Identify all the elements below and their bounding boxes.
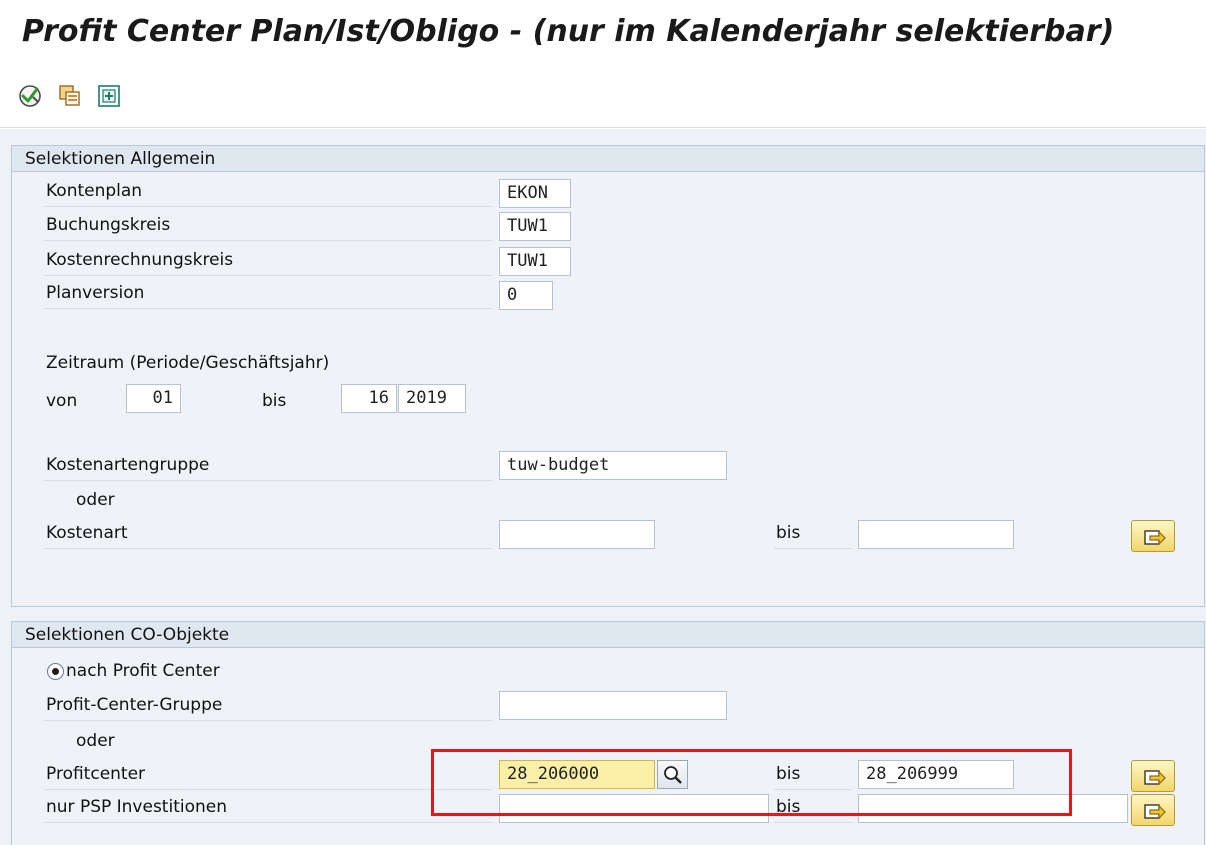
group-header: Selektionen CO-Objekte <box>12 622 1204 648</box>
multiple-selection-icon <box>1144 530 1166 546</box>
label-zeitraum: Zeitraum (Periode/Geschäftsjahr) <box>46 353 330 373</box>
multiple-selection-psp-button[interactable] <box>1131 794 1175 826</box>
group-header: Selektionen Allgemein <box>12 146 1204 172</box>
kostenart-from-input[interactable] <box>499 520 655 549</box>
kostenartengruppe-input[interactable]: tuw-budget <box>499 451 727 480</box>
label-kostenart: Kostenart <box>44 520 492 549</box>
label-profit-center-gruppe: Profit-Center-Gruppe <box>44 692 492 721</box>
label-nach-profit-center: nach Profit Center <box>66 661 220 681</box>
multiple-selection-profitcenter-button[interactable] <box>1131 760 1175 792</box>
window-title: Profit Center Plan/Ist/Obligo - (nur im … <box>22 14 1115 49</box>
period-to-input[interactable]: 16 <box>341 384 397 413</box>
label-bis-psp: bis <box>774 794 852 823</box>
label-buchungskreis: Buchungskreis <box>44 212 492 241</box>
planversion-input[interactable]: 0 <box>499 281 553 310</box>
label-bis-period: bis <box>262 391 287 411</box>
profit-center-gruppe-input[interactable] <box>499 691 727 720</box>
label-oder-kostenart: oder <box>76 490 115 510</box>
radio-nach-profit-center[interactable] <box>47 663 64 680</box>
label-kostenrechnungskreis: Kostenrechnungskreis <box>44 247 492 276</box>
value-help-button[interactable] <box>657 760 688 789</box>
label-von: von <box>46 391 78 411</box>
add-selection-icon[interactable] <box>97 82 121 108</box>
title-bar: Profit Center Plan/Ist/Obligo - (nur im … <box>0 0 1206 70</box>
label-kostenartengruppe: Kostenartengruppe <box>44 452 492 481</box>
multiple-selection-kostenart-button[interactable] <box>1131 520 1175 552</box>
psp-from-input[interactable] <box>499 794 769 823</box>
label-bis-kostenart: bis <box>774 520 852 549</box>
fiscal-year-input[interactable]: 2019 <box>398 384 466 413</box>
profitcenter-to-input[interactable]: 28_206999 <box>858 760 1014 789</box>
label-profitcenter: Profitcenter <box>44 761 492 790</box>
multiple-selection-icon <box>1144 804 1166 820</box>
label-bis-profitcenter: bis <box>774 761 852 790</box>
kostenrechnungskreis-input[interactable]: TUW1 <box>499 247 571 276</box>
label-oder-profitcenter: oder <box>76 731 115 751</box>
multiple-selection-icon <box>1144 770 1166 786</box>
kostenart-to-input[interactable] <box>858 520 1014 549</box>
copy-variant-icon[interactable] <box>58 82 82 108</box>
execute-icon[interactable] <box>18 82 42 108</box>
label-planversion: Planversion <box>44 280 492 309</box>
period-from-input[interactable]: 01 <box>126 384 181 413</box>
label-nur-psp-investitionen: nur PSP Investitionen <box>44 794 492 823</box>
label-kontenplan: Kontenplan <box>44 178 492 207</box>
buchungskreis-input[interactable]: TUW1 <box>499 212 571 241</box>
profitcenter-from-input[interactable]: 28_206000 <box>499 760 655 789</box>
kontenplan-input[interactable]: EKON <box>499 179 571 208</box>
psp-to-input[interactable] <box>858 794 1128 823</box>
search-icon <box>664 766 682 784</box>
application-toolbar <box>0 70 1206 128</box>
